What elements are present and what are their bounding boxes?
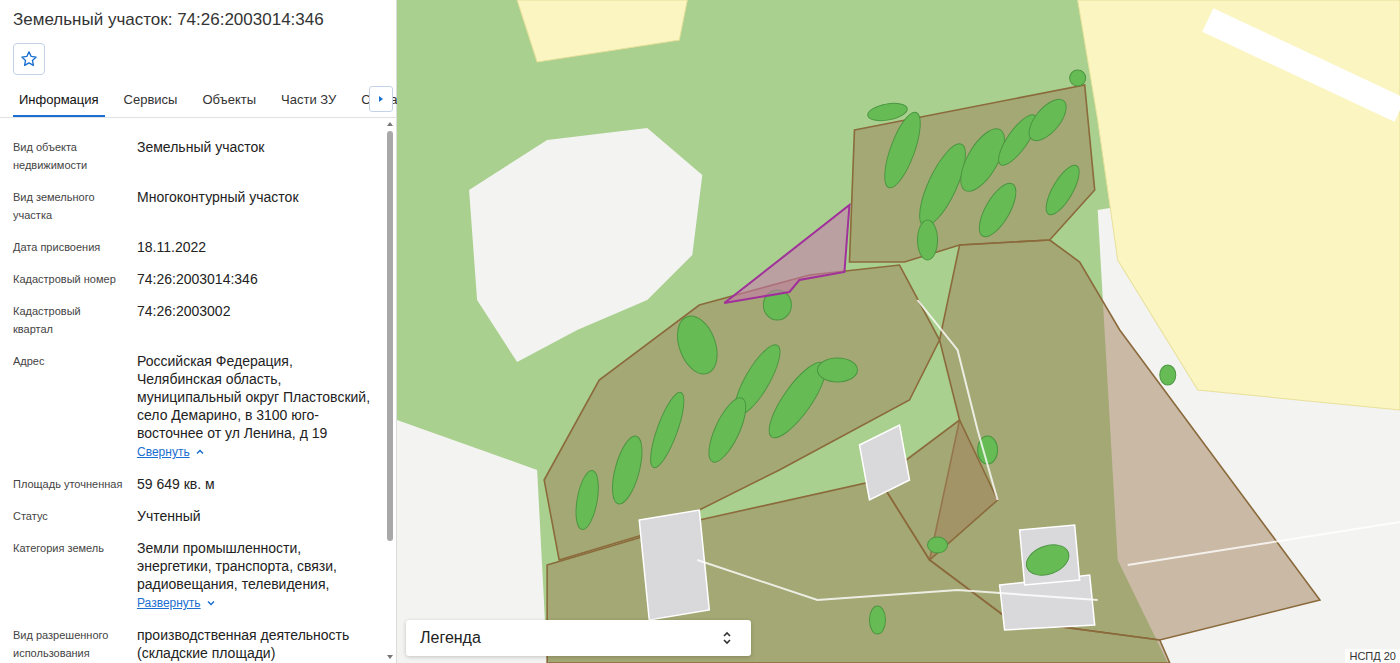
forest-area [817, 358, 857, 382]
field-row: Дата присвоения 18.11.2022 [13, 238, 377, 256]
field-row: Вид разрешенного использования производст… [13, 626, 377, 662]
road [697, 560, 1097, 600]
field-row: Статус Учтенный [13, 507, 377, 525]
forest-area [972, 178, 1023, 242]
field-value: Российская Федерация, Челябинская област… [137, 352, 377, 442]
road [1128, 522, 1400, 565]
arrow-right-icon [377, 95, 385, 103]
field-value: 18.11.2022 [137, 238, 377, 256]
field-label: Вид объекта недвижимости [13, 138, 123, 174]
field-value: Земельный участок [137, 138, 377, 156]
scroll-up-icon [386, 121, 394, 127]
forest-area [1160, 365, 1176, 385]
tabs: ИнформацияСервисыОбъектыЧасти ЗУСостав [0, 75, 396, 118]
chevron-updown-icon [721, 630, 733, 646]
app: Земельный участок: 74:26:2003014:346 Инфо… [0, 0, 1400, 663]
field-list: Вид объекта недвижимости Земельный участо… [0, 118, 385, 663]
field-value: Многоконтурный участок [137, 188, 377, 206]
tabs-scroll-button[interactable] [369, 86, 393, 112]
forest-area [1040, 161, 1085, 219]
open-area [469, 128, 702, 362]
forest-area [869, 606, 885, 634]
toggle-link[interactable]: Развернуть [137, 594, 216, 612]
field-row: Площадь уточненная 59 649 кв. м [13, 475, 377, 493]
field-value: производственная деятельность (складские… [137, 626, 377, 662]
field-row: Категория земель Земли промышленности, эн… [13, 539, 377, 612]
forest-area [1022, 539, 1073, 580]
field-value: 74:26:2003002 [137, 302, 377, 320]
tab[interactable]: Части ЗУ [275, 89, 342, 117]
field-label: Статус [13, 507, 123, 525]
forest-area [572, 469, 602, 532]
title: Земельный участок: 74:26:2003014:346 [0, 0, 396, 31]
map[interactable]: Легенда НСПД 20 [397, 0, 1400, 663]
forest-area [918, 220, 938, 260]
field-row: Кадастровый номер 74:26:2003014:346 [13, 270, 377, 288]
parcel[interactable] [930, 240, 1320, 640]
scrollbar[interactable] [385, 118, 395, 663]
forest-area [1070, 70, 1086, 86]
forest-area [928, 537, 948, 553]
info-panel: Земельный участок: 74:26:2003014:346 Инфо… [0, 0, 397, 663]
field-label: Категория земель [13, 539, 123, 612]
field-label: Кадастровый номер [13, 270, 123, 288]
building [1020, 525, 1080, 585]
forest-area [607, 433, 648, 507]
star-icon [20, 50, 38, 68]
field-row: Вид объекта недвижимости Земельный участо… [13, 138, 377, 174]
legend-button[interactable]: Легенда [406, 620, 751, 656]
field-row: Вид земельного участка Многоконтурный уча… [13, 188, 377, 224]
chevron-up-icon [195, 447, 205, 457]
map-canvas[interactable] [397, 0, 1400, 663]
field-label: Вид разрешенного использования [13, 626, 123, 662]
favorite-button[interactable] [13, 43, 45, 75]
scrollbar-thumb[interactable] [387, 131, 393, 541]
tab[interactable]: Объекты [196, 89, 262, 117]
attribution: НСПД 20 [1345, 649, 1400, 663]
field-label: Адрес [13, 352, 123, 461]
field-value: Земли промышленности, энергетики, трансп… [137, 539, 377, 593]
field-value: 59 649 кв. м [137, 475, 377, 493]
strip [1208, 20, 1400, 110]
building [639, 510, 709, 620]
field-row: Кадастровый квартал 74:26:2003002 [13, 302, 377, 338]
field-value: 74:26:2003014:346 [137, 270, 377, 288]
selected-parcel[interactable] [724, 205, 849, 303]
tab[interactable]: Информация [13, 89, 105, 117]
field-label: Дата присвоения [13, 238, 123, 256]
scroll-down-icon [386, 654, 394, 660]
tab[interactable]: Сервисы [118, 89, 184, 117]
forest-area [866, 101, 908, 124]
field-value: Учтенный [137, 507, 377, 525]
forest-area [670, 311, 724, 380]
toggle-link[interactable]: Свернуть [137, 443, 205, 461]
road [918, 300, 998, 500]
forest-area [644, 389, 690, 471]
parcel[interactable] [849, 85, 1094, 262]
forest-area [1022, 93, 1073, 147]
field-label: Кадастровый квартал [13, 302, 123, 338]
building [859, 425, 909, 500]
chevron-down-icon [206, 598, 216, 608]
field-area [517, 0, 687, 62]
field-label: Площадь уточненная [13, 475, 123, 493]
field-label: Вид земельного участка [13, 188, 123, 224]
forest-area [702, 393, 753, 467]
field-row: АдресРоссийская Федерация, Челябинская о… [13, 352, 377, 461]
